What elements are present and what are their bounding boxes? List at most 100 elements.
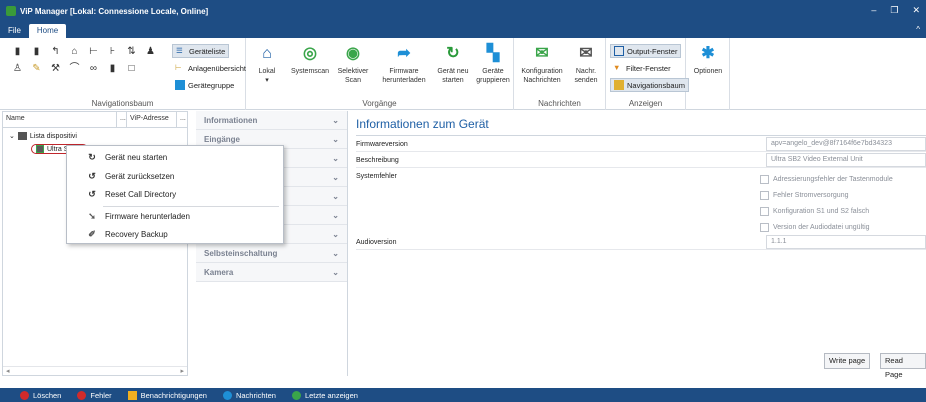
konfiguration-nachrichten-button[interactable]: ✉ Konfiguration Nachrichten (518, 42, 566, 85)
home-small-icon[interactable]: ⌂ (69, 46, 80, 57)
firmware-row: Firmwareversion apv=angelo_dev@8f7164f6e7… (356, 137, 926, 152)
chevron-icon: ⌄ (332, 153, 339, 163)
systemscan-button[interactable]: ◎ Systemscan (286, 42, 334, 76)
delete-icon (20, 390, 29, 400)
error-icon (77, 390, 87, 400)
audio-field[interactable]: 1.1.1 (766, 235, 926, 249)
checkbox-icon[interactable] (760, 191, 769, 200)
group-navigationsbaum: ▮ ▮ ↰ ⌂ ⊢ ⊦ ⇅ ♟ ♙ ✎ ⚒ ⌒ ∞ ▮ □ ☰ Gerätelis… (0, 38, 246, 110)
hierarchy-icon: ⊢ (175, 63, 182, 72)
chevron-icon: ⌄ (332, 134, 339, 144)
description-field[interactable]: Ultra SB2 Video External Unit (766, 153, 926, 167)
col-name-dots[interactable]: ... (117, 112, 127, 127)
status-letzte-anzeigen[interactable]: Letzte anzeigen (291, 390, 358, 400)
folder-icon (17, 132, 27, 140)
chevron-icon: ⌄ (332, 191, 339, 201)
group-anzeigen: Output-Fenster ▼ Filter-Fenster Navigatio… (606, 38, 689, 110)
folder-icon[interactable]: ▮ (12, 46, 23, 57)
link-icon[interactable]: ∞ (88, 63, 99, 74)
status-loeschen[interactable]: Löschen (20, 390, 61, 400)
ribbon-collapse-icon[interactable]: ^ (916, 25, 920, 34)
geraetegruppe-button[interactable]: Gerätegruppe (172, 78, 237, 92)
tree-column-header: Name ... ViP-Adresse ... (3, 112, 187, 128)
ctx-firmware[interactable]: ➘ Firmware herunterladen (67, 208, 283, 224)
home-icon: ⌂ (262, 44, 272, 62)
lokal-button[interactable]: ⌂ Lokal ▾ (252, 42, 282, 85)
audio-row: Audioversion 1.1.1 (356, 235, 926, 250)
error-checkbox[interactable]: Fehler Stromversorgung (760, 191, 848, 200)
users-icon[interactable]: ♙ (12, 63, 23, 74)
menu-home[interactable]: Home (28, 24, 67, 38)
status-benachrichtigungen[interactable]: Benachrichtigungen (127, 390, 207, 400)
reset-icon: ↺ (88, 189, 96, 199)
col-vip-dots[interactable]: ... (177, 112, 187, 127)
branch-icon[interactable]: ⊢ (88, 46, 99, 57)
filter-fenster-button[interactable]: ▼ Filter-Fenster (610, 61, 674, 75)
col-name[interactable]: Name (3, 112, 117, 127)
ctx-reset[interactable]: ↺ Gerät zurücksetzen (67, 168, 283, 184)
horizontal-scrollbar[interactable]: ◂ ▸ (3, 366, 187, 375)
split-icon[interactable]: ⊦ (107, 46, 118, 57)
context-menu: ↻ Gerät neu starten ↺ Gerät zurücksetzen ↺… (66, 145, 284, 244)
write-page-button[interactable]: Write page (824, 353, 871, 369)
nachr-senden-button[interactable]: ✉ Nachr. senden (570, 42, 602, 85)
firmware-button[interactable]: ➦ Firmware herunterladen (376, 42, 432, 85)
error-checkbox[interactable]: Version der Audiodatei ungültig (760, 223, 870, 232)
device-icon[interactable]: ▮ (31, 46, 42, 57)
menu-file[interactable]: File (0, 24, 29, 38)
checkbox-icon[interactable] (760, 207, 769, 216)
acc-selbsteinschaltung[interactable]: Selbsteinschaltung ⌄ (196, 244, 347, 263)
user-icon[interactable]: ♟ (145, 46, 156, 57)
col-vip[interactable]: ViP-Adresse (127, 112, 177, 127)
selektiver-scan-button[interactable]: ◉ Selektiver Scan (336, 42, 370, 85)
backup-icon: ✐ (88, 229, 96, 239)
tree-root[interactable]: ⌄ Lista dispositivi (9, 132, 77, 140)
optionen-button[interactable]: ✱ Optionen (690, 42, 726, 76)
scan-icon: ◎ (303, 44, 317, 62)
list-icon: ☰ (176, 46, 183, 55)
acc-informationen[interactable]: Informationen ⌄ (196, 111, 347, 130)
group-icon (175, 80, 185, 90)
navigationsbaum-button[interactable]: Navigationsbaum (610, 78, 689, 92)
status-fehler[interactable]: Fehler (77, 390, 112, 400)
scroll-left-icon[interactable]: ◂ (6, 367, 10, 375)
tree-icon[interactable]: ↰ (50, 46, 61, 57)
minimize-icon[interactable]: – (871, 5, 876, 16)
sort-icon[interactable]: ⇅ (126, 46, 137, 57)
group-devices-icon: ▚ (486, 44, 500, 62)
recent-icon (291, 390, 301, 400)
anlagenuebersicht-button[interactable]: ⊢ Anlagenübersicht (172, 61, 249, 75)
menu-bar: File Home ^ (0, 22, 926, 38)
ctx-recovery-backup[interactable]: ✐ Recovery Backup (67, 226, 283, 242)
ctx-restart[interactable]: ↻ Gerät neu starten (67, 149, 283, 165)
restore-icon[interactable]: ❐ (890, 5, 898, 16)
read-page-button[interactable]: Read Page (880, 353, 926, 379)
ctx-reset-call-directory[interactable]: ↺ Reset Call Directory (67, 186, 283, 202)
chevron-icon: ⌄ (332, 267, 339, 277)
close-icon[interactable]: ✕ (912, 5, 920, 16)
status-nachrichten[interactable]: Nachrichten (222, 390, 276, 400)
ribbon: ▮ ▮ ↰ ⌂ ⊢ ⊦ ⇅ ♟ ♙ ✎ ⚒ ⌒ ∞ ▮ □ ☰ Gerätelis… (0, 38, 926, 110)
headset-icon[interactable]: ⌒ (69, 63, 80, 74)
error-checkbox[interactable]: Adressierungsfehler der Tastenmodule (760, 175, 893, 184)
wrench-icon[interactable]: ⚒ (50, 63, 61, 74)
group-vorgaenge: ⌂ Lokal ▾ ◎ Systemscan ◉ Selektiver Scan ➦ Fir… (246, 38, 514, 110)
app-icon (6, 6, 16, 16)
tree-view-icon (614, 80, 624, 90)
acc-kamera[interactable]: Kamera ⌄ (196, 263, 347, 282)
chevron-down-icon[interactable]: ⌄ (9, 132, 15, 140)
geraeteliste-button[interactable]: ☰ Geräteliste (172, 44, 230, 58)
status-bar: Löschen Fehler Benachrichtigungen Nachri… (0, 388, 926, 402)
checkbox-icon[interactable] (760, 175, 769, 184)
phone-icon[interactable]: ▮ (107, 63, 118, 74)
geraet-neu-starten-button[interactable]: ↻ Gerät neu starten (434, 42, 472, 85)
geraete-gruppieren-button[interactable]: ▚ Geräte gruppieren (474, 42, 512, 85)
firmware-field[interactable]: apv=angelo_dev@8f7164f6e7bd34323 (766, 137, 926, 151)
checkbox-icon[interactable] (760, 223, 769, 232)
screen-icon[interactable]: □ (126, 63, 137, 74)
scroll-right-icon[interactable]: ▸ (180, 367, 184, 375)
refresh-icon: ↻ (88, 152, 96, 162)
error-checkbox[interactable]: Konfiguration S1 und S2 falsch (760, 207, 869, 216)
brush-icon[interactable]: ✎ (31, 63, 42, 74)
output-fenster-button[interactable]: Output-Fenster (610, 44, 682, 58)
